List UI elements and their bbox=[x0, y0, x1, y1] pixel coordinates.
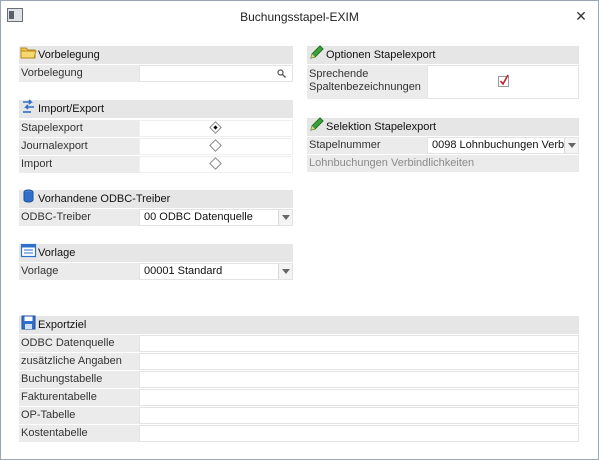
exportziel-faktur-field[interactable] bbox=[139, 389, 579, 406]
option-stapelexport-label: Stapelexport bbox=[19, 120, 139, 137]
odbc-value: 00 ODBC Datenquelle bbox=[144, 211, 253, 223]
option-journalexport-label: Journalexport bbox=[19, 138, 139, 155]
exportziel-odbc-field[interactable] bbox=[139, 335, 579, 352]
section-title: Selektion Stapelexport bbox=[326, 121, 437, 133]
exportziel-faktur-label: Fakturentabelle bbox=[19, 389, 139, 406]
chevron-down-icon[interactable] bbox=[278, 210, 292, 225]
vorlage-label: Vorlage bbox=[19, 263, 139, 280]
exportziel-zusatz-label: zusätzliche Angaben bbox=[19, 353, 139, 370]
vorlage-value: 00001 Standard bbox=[144, 265, 223, 277]
odbc-label: ODBC-Treiber bbox=[19, 209, 139, 226]
vorbelegung-field[interactable] bbox=[139, 65, 293, 82]
radio-stapelexport[interactable] bbox=[209, 121, 222, 134]
exportziel-zusatz-field[interactable] bbox=[139, 353, 579, 370]
checkmark-icon bbox=[499, 74, 509, 86]
section-exportziel: Exportziel bbox=[19, 315, 579, 334]
section-title: Exportziel bbox=[38, 319, 87, 331]
stapelnummer-select[interactable]: 0098 Lohnbuchungen Verbir bbox=[427, 137, 579, 154]
section-title: Vorbelegung bbox=[38, 49, 100, 61]
spaltenbezeichnungen-checkbox[interactable] bbox=[498, 74, 509, 87]
folder-icon bbox=[20, 47, 37, 59]
vorbelegung-label: Vorbelegung bbox=[19, 65, 139, 82]
radio-journalexport[interactable] bbox=[209, 139, 222, 152]
option-import[interactable] bbox=[139, 156, 293, 173]
optionen-label: Sprechende Spaltenbezeichnungen bbox=[307, 65, 427, 99]
section-import-export: Import/Export bbox=[19, 99, 293, 118]
main-window: Buchungsstapel-EXIM ✕ Vorbelegung Vorbel… bbox=[0, 0, 599, 460]
search-icon[interactable] bbox=[277, 69, 286, 78]
stapel-description: Lohnbuchungen Verbindlichkeiten bbox=[307, 155, 579, 172]
odbc-select[interactable]: 00 ODBC Datenquelle bbox=[139, 209, 293, 226]
title-bar: Buchungsstapel-EXIM ✕ bbox=[1, 1, 598, 31]
section-odbc: Vorhandene ODBC-Treiber bbox=[19, 189, 293, 208]
option-import-label: Import bbox=[19, 156, 139, 173]
window-title: Buchungsstapel-EXIM bbox=[240, 10, 359, 24]
transfer-icon bbox=[23, 99, 34, 113]
pencil-icon bbox=[310, 45, 324, 59]
radio-import[interactable] bbox=[209, 157, 222, 170]
option-stapelexport[interactable] bbox=[139, 120, 293, 137]
exportziel-buchung-label: Buchungstabelle bbox=[19, 371, 139, 388]
stapelnummer-value: 0098 Lohnbuchungen Verbir bbox=[432, 139, 571, 151]
optionen-field bbox=[427, 65, 579, 99]
section-title: Vorhandene ODBC-Treiber bbox=[38, 193, 171, 205]
exportziel-buchung-field[interactable] bbox=[139, 371, 579, 388]
option-journalexport[interactable] bbox=[139, 138, 293, 155]
exportziel-kosten-field[interactable] bbox=[139, 425, 579, 442]
database-icon bbox=[23, 189, 34, 203]
stapelnummer-label: Stapelnummer bbox=[307, 137, 427, 154]
section-title: Import/Export bbox=[38, 103, 105, 115]
vorlage-select[interactable]: 00001 Standard bbox=[139, 263, 293, 280]
close-button[interactable]: ✕ bbox=[572, 7, 590, 25]
save-icon bbox=[21, 315, 36, 330]
section-title: Optionen Stapelexport bbox=[326, 49, 436, 61]
optionen-label-line1: Sprechende bbox=[309, 68, 369, 80]
section-vorbelegung: Vorbelegung bbox=[19, 46, 293, 64]
chevron-down-icon[interactable] bbox=[564, 138, 578, 153]
exportziel-op-field[interactable] bbox=[139, 407, 579, 424]
chevron-down-icon[interactable] bbox=[278, 264, 292, 279]
optionen-label-line2: Spaltenbezeichnungen bbox=[309, 81, 421, 93]
template-icon bbox=[20, 243, 37, 258]
exportziel-odbc-label: ODBC Datenquelle bbox=[19, 335, 139, 352]
section-vorlage: Vorlage bbox=[19, 243, 293, 262]
section-selektion: Selektion Stapelexport bbox=[307, 117, 579, 136]
section-title: Vorlage bbox=[38, 247, 76, 259]
exportziel-kosten-label: Kostentabelle bbox=[19, 425, 139, 442]
pencil-icon bbox=[310, 117, 324, 131]
exportziel-op-label: OP-Tabelle bbox=[19, 407, 139, 424]
section-optionen: Optionen Stapelexport bbox=[307, 45, 579, 64]
